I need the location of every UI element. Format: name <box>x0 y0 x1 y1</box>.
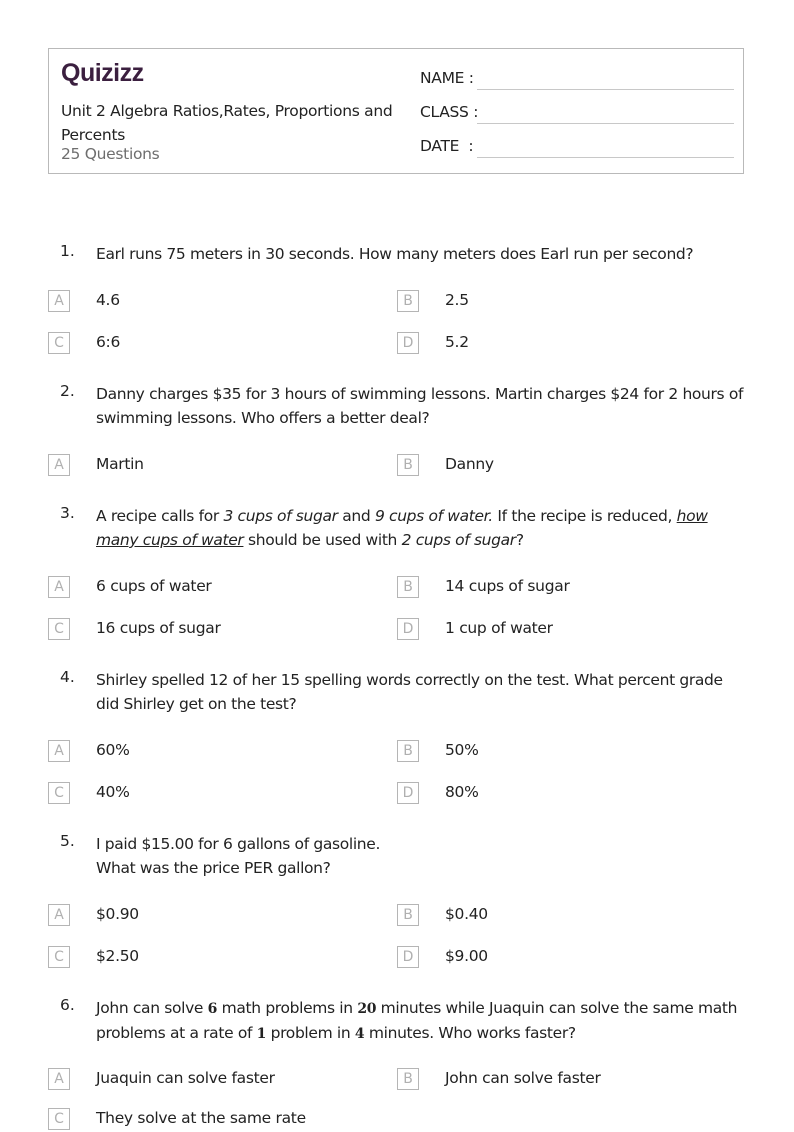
question-text: Shirley spelled 12 of her 15 spelling wo… <box>96 671 723 713</box>
text-run: math problems in <box>217 999 358 1017</box>
option-text: John can solve faster <box>445 1069 601 1087</box>
option-letter-box: C <box>48 1108 70 1130</box>
text-run: John can solve <box>96 999 208 1017</box>
option-letter-box: C <box>48 332 70 354</box>
option-text: 6:6 <box>96 333 121 351</box>
quizizz-logo: Quizizz <box>61 59 144 87</box>
class-label: CLASS : <box>420 103 479 121</box>
text-run: and <box>337 507 375 525</box>
option-text: 40% <box>96 783 130 801</box>
question-number: 2. <box>60 382 75 400</box>
option-text: 2.5 <box>445 291 469 309</box>
number-value: 4 <box>354 1026 365 1042</box>
option-letter-box: B <box>397 290 419 312</box>
question-number: 1. <box>60 242 75 260</box>
option-letter-box: A <box>48 904 70 926</box>
question-text-line-2: What was the price PER gallon? <box>96 859 331 877</box>
question-text: Danny charges $35 for 3 hours of swimmin… <box>96 385 744 427</box>
question-text: I paid $15.00 for 6 gallons of gasoline.… <box>96 832 748 880</box>
text-run: ? <box>515 531 524 549</box>
option-text: $9.00 <box>445 947 488 965</box>
option-text: Juaquin can solve faster <box>96 1069 275 1087</box>
date-label: DATE : <box>420 137 474 155</box>
class-field[interactable]: CLASS : <box>420 99 734 133</box>
worksheet-title: Unit 2 Algebra Ratios,Rates, Proportions… <box>61 102 393 144</box>
date-line[interactable] <box>477 157 734 158</box>
option-text: 1 cup of water <box>445 619 553 637</box>
number-value: 1 <box>256 1026 267 1042</box>
option-letter-box: A <box>48 740 70 762</box>
option-text: 80% <box>445 783 479 801</box>
option-text: 4.6 <box>96 291 120 309</box>
text-run: problem in <box>266 1024 355 1042</box>
option-letter-box: B <box>397 904 419 926</box>
option-letter-box: A <box>48 454 70 476</box>
option-letter-box: C <box>48 946 70 968</box>
text-run: A recipe calls for <box>96 507 224 525</box>
question-count: 25 Questions <box>61 145 160 163</box>
question-text-line-1: I paid $15.00 for 6 gallons of gasoline. <box>96 835 381 853</box>
option-letter-box: B <box>397 576 419 598</box>
question-text: Earl runs 75 meters in 30 seconds. How m… <box>96 245 694 263</box>
option-text: 16 cups of sugar <box>96 619 221 637</box>
option-letter-box: D <box>397 332 419 354</box>
text-run: should be used with <box>243 531 402 549</box>
option-text: 5.2 <box>445 333 469 351</box>
option-letter-box: B <box>397 740 419 762</box>
option-text: 50% <box>445 741 479 759</box>
name-label: NAME : <box>420 69 474 87</box>
option-text: 60% <box>96 741 130 759</box>
option-text: 14 cups of sugar <box>445 577 570 595</box>
student-info-fields: NAME : CLASS : DATE : <box>420 65 734 167</box>
option-letter-box: C <box>48 782 70 804</box>
option-text: Martin <box>96 455 144 473</box>
option-letter-box: D <box>397 618 419 640</box>
text-run: minutes. Who works faster? <box>364 1024 576 1042</box>
option-letter-box: B <box>397 1068 419 1090</box>
option-text: They solve at the same rate <box>96 1109 306 1127</box>
question-number: 5. <box>60 832 75 850</box>
number-value: 6 <box>207 1001 218 1017</box>
option-letter-box: A <box>48 290 70 312</box>
question-number: 3. <box>60 504 75 522</box>
class-line[interactable] <box>477 123 734 124</box>
name-line[interactable] <box>477 89 734 90</box>
number-value: 20 <box>357 1001 377 1017</box>
text-run: If the recipe is reduced, <box>492 507 677 525</box>
option-letter-box: C <box>48 618 70 640</box>
emphasized-text: 3 cups of sugar <box>223 507 338 525</box>
emphasized-text: 9 cups of water. <box>374 507 493 525</box>
option-text: $0.40 <box>445 905 488 923</box>
question-number: 4. <box>60 668 75 686</box>
question-text: A recipe calls for 3 cups of sugar and 9… <box>96 504 748 552</box>
option-text: $2.50 <box>96 947 139 965</box>
option-text: $0.90 <box>96 905 139 923</box>
date-field[interactable]: DATE : <box>420 133 734 167</box>
option-letter-box: D <box>397 782 419 804</box>
option-letter-box: D <box>397 946 419 968</box>
emphasized-text: 2 cups of sugar <box>401 531 517 549</box>
option-letter-box: A <box>48 576 70 598</box>
option-text: 6 cups of water <box>96 577 212 595</box>
question-text: John can solve 6 math problems in 20 min… <box>96 996 748 1046</box>
name-field[interactable]: NAME : <box>420 65 734 99</box>
option-letter-box: A <box>48 1068 70 1090</box>
option-letter-box: B <box>397 454 419 476</box>
question-number: 6. <box>60 996 75 1014</box>
option-text: Danny <box>445 455 494 473</box>
worksheet-header: Quizizz Unit 2 Algebra Ratios,Rates, Pro… <box>48 48 744 174</box>
